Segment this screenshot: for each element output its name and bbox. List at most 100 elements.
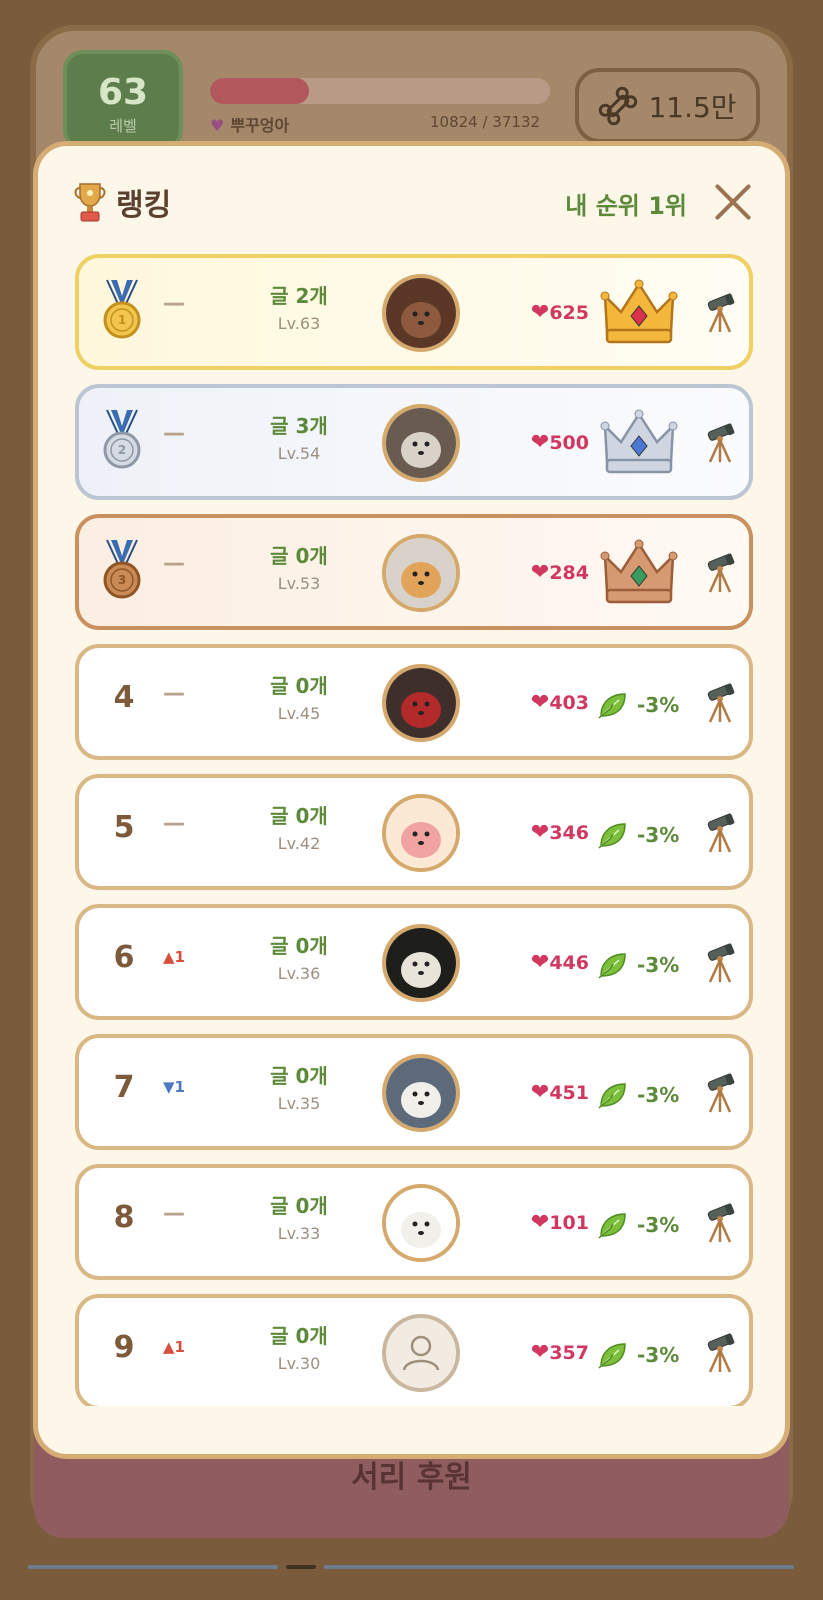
user-level: Lv.30 <box>277 1354 321 1373</box>
heart-value: 625 <box>549 302 589 324</box>
leaf-icon <box>598 693 626 719</box>
ranking-row[interactable]: 9 ▲1 글 0개 Lv.30 ❤357 -3% <box>75 1294 753 1406</box>
heart-icon: ❤ <box>530 1080 550 1105</box>
ranking-row[interactable]: 7 ▼1 글 0개 Lv.35 ❤451 -3% <box>75 1034 753 1150</box>
moomin-figure-photo <box>386 928 456 998</box>
leaf-icon <box>598 953 626 979</box>
silver-medal-icon <box>103 409 141 469</box>
leaf-percent: -3% <box>637 823 680 847</box>
bronze-crown-icon <box>600 539 678 604</box>
user-level: Lv.35 <box>277 1094 321 1113</box>
leaf-icon <box>598 1083 626 1109</box>
white-dog-bunny-ears-photo <box>386 408 456 478</box>
telescope-icon[interactable] <box>702 682 738 724</box>
avatar[interactable] <box>382 794 460 872</box>
leaf-icon <box>598 823 626 849</box>
heart-icon: ❤ <box>530 560 550 585</box>
heart-icon: ❤ <box>530 430 550 455</box>
xp-progress-fill <box>210 78 309 104</box>
heart-value: 500 <box>549 432 589 454</box>
leaf-percent: -3% <box>637 693 680 717</box>
heart-count: ❤446 <box>519 950 589 975</box>
rank-number: 4 <box>113 680 135 715</box>
close-icon[interactable] <box>713 182 753 222</box>
heart-icon: ❤ <box>530 950 550 975</box>
telescope-icon[interactable] <box>702 1332 738 1374</box>
avatar[interactable] <box>382 274 460 352</box>
xp-readout: 10824 / 37132 <box>430 113 541 131</box>
dog-in-red-hat-photo <box>386 668 456 738</box>
leaf-bonus: -3% <box>597 688 679 722</box>
rank-number: 9 <box>113 1330 135 1365</box>
rank-change: ▲1 <box>163 948 185 966</box>
avatar[interactable] <box>382 1184 460 1262</box>
ranking-row[interactable]: 3 — 글 0개 Lv.53 ❤284 <box>75 514 753 630</box>
rank-number: 2 <box>117 443 127 457</box>
level-number: 63 <box>97 72 149 113</box>
post-count: 글 0개 <box>270 544 328 568</box>
rice-bowl-photo <box>386 798 456 868</box>
post-count: 글 3개 <box>270 414 328 438</box>
ranking-row[interactable]: 6 ▲1 글 0개 Lv.36 ❤446 -3% <box>75 904 753 1020</box>
ranking-modal: 랭킹 내 순위 1위 1— 글 2개 Lv.63 ❤625 2— 글 3개 Lv.54 <box>33 141 790 1459</box>
brown-poodle-dog-photo <box>386 278 456 348</box>
leaf-bonus: -3% <box>597 1338 679 1372</box>
avatar[interactable] <box>382 1314 460 1392</box>
heart-count: ❤101 <box>519 1210 589 1235</box>
heart-icon: ❤ <box>530 1340 550 1365</box>
leaf-bonus: -3% <box>597 948 679 982</box>
avatar[interactable] <box>382 1054 460 1132</box>
ranking-row[interactable]: 4 — 글 0개 Lv.45 ❤403 -3% <box>75 644 753 760</box>
ranking-row[interactable]: 8 — 글 0개 Lv.33 ❤101 -3% <box>75 1164 753 1280</box>
rank-number: 1 <box>117 313 127 327</box>
avatar[interactable] <box>382 534 460 612</box>
telescope-icon[interactable] <box>702 812 738 854</box>
telescope-icon[interactable] <box>702 1072 738 1114</box>
post-count: 글 2개 <box>270 284 328 308</box>
heart-icon: ❤ <box>530 300 550 325</box>
user-level: Lv.53 <box>277 574 321 593</box>
gold-medal-icon <box>103 279 141 339</box>
heart-count: ❤357 <box>519 1340 589 1365</box>
heart-value: 284 <box>549 562 589 584</box>
rank-change: — <box>163 1201 185 1226</box>
rank-number: 3 <box>117 573 127 587</box>
ranking-row[interactable]: 1 — 글 2개 Lv.63 ❤625 <box>75 254 753 370</box>
gold-crown-icon <box>600 279 678 344</box>
bone-icon <box>599 86 638 125</box>
telescope-icon[interactable] <box>702 1202 738 1244</box>
avatar[interactable] <box>382 924 460 1002</box>
xp-progress-bar <box>210 78 550 104</box>
telescope-icon[interactable] <box>702 422 738 464</box>
telescope-icon[interactable] <box>702 942 738 984</box>
avatar[interactable] <box>382 664 460 742</box>
post-count: 글 0개 <box>270 1324 328 1348</box>
rank-change: — <box>163 291 185 316</box>
pomeranian-dog-photo <box>386 538 456 608</box>
telescope-icon[interactable] <box>702 292 738 334</box>
heart-count: ❤451 <box>519 1080 589 1105</box>
ranking-row[interactable]: 2 — 글 3개 Lv.54 ❤500 <box>75 384 753 500</box>
avatar[interactable] <box>382 404 460 482</box>
rank-number: 8 <box>113 1200 135 1235</box>
silver-crown-icon <box>600 409 678 474</box>
user-level: Lv.45 <box>277 704 321 723</box>
leaf-icon <box>598 1343 626 1369</box>
rank-change: — <box>163 551 185 576</box>
heart-icon: ❤ <box>530 1210 550 1235</box>
ranking-list[interactable]: 1— 글 2개 Lv.63 ❤625 2— 글 3개 Lv.54 ❤500 3 … <box>75 254 753 1406</box>
post-count: 글 0개 <box>270 674 328 698</box>
leaf-percent: -3% <box>637 953 680 977</box>
post-count: 글 0개 <box>270 1064 328 1088</box>
telescope-icon[interactable] <box>702 552 738 594</box>
ranking-row[interactable]: 5 — 글 0개 Lv.42 ❤346 -3% <box>75 774 753 890</box>
leaf-percent: -3% <box>637 1213 680 1237</box>
user-level: Lv.42 <box>277 834 321 853</box>
level-badge: 63 레벨 <box>63 50 183 150</box>
leaf-bonus: -3% <box>597 1078 679 1112</box>
rank-change: — <box>163 681 185 706</box>
rank-number: 6 <box>113 940 135 975</box>
level-label: 레벨 <box>109 117 137 135</box>
currency-button[interactable]: 11.5만 <box>575 68 760 143</box>
modal-title: 랭킹 <box>116 188 172 223</box>
